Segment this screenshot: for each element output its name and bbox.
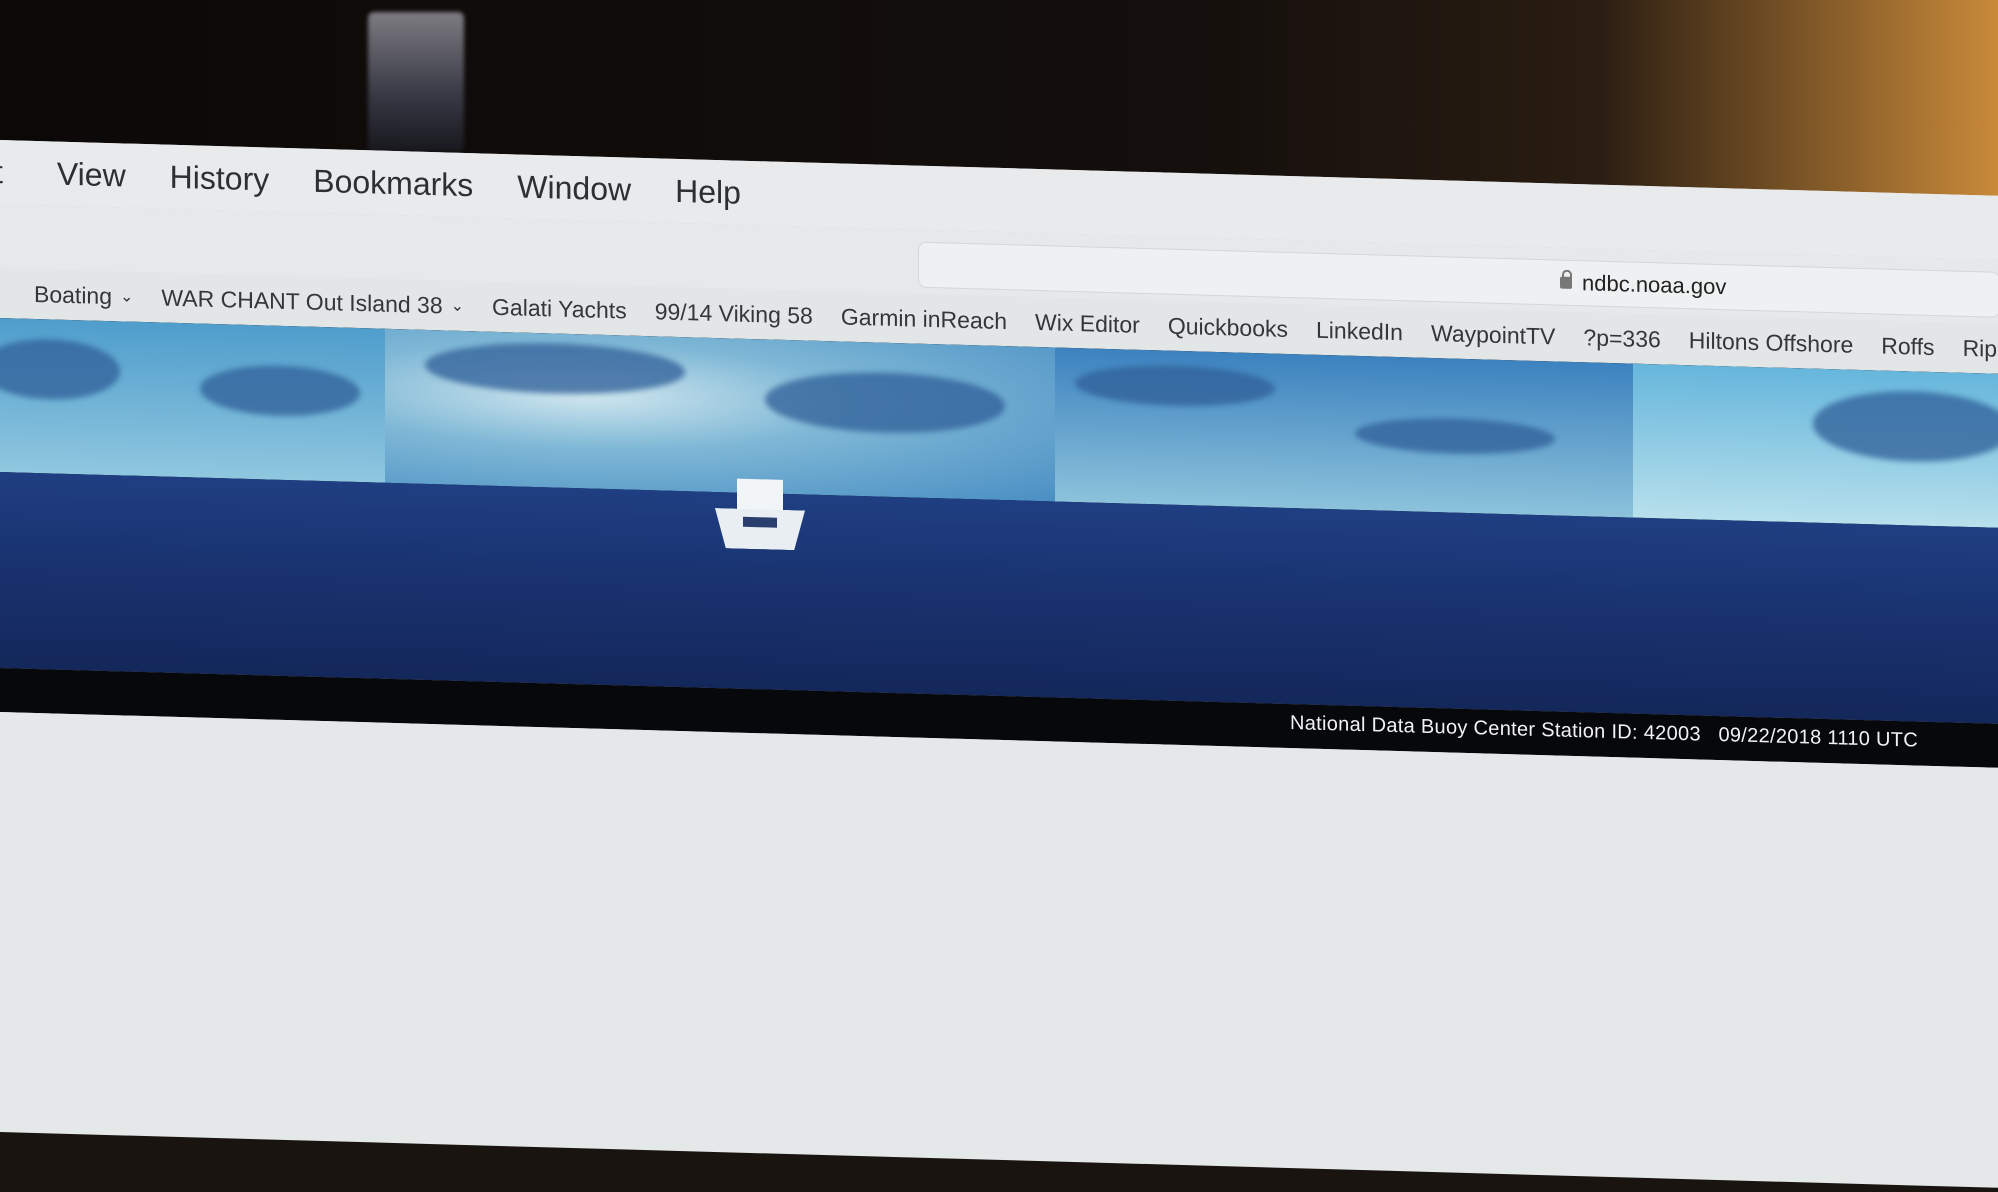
boat-window [743,516,777,528]
bookmark-roffs[interactable]: Roffs [1881,332,1934,360]
sky [1633,363,1998,528]
bookmark-garmin-inreach[interactable]: Garmin inReach [841,303,1007,335]
sky [1055,347,1633,518]
cloud [200,363,360,419]
camera-panel-2 [385,328,1055,698]
page-content [0,712,1998,1188]
camera-panel-1 [0,318,385,679]
bookmark-linkedin[interactable]: LinkedIn [1316,316,1403,345]
bookmark-folder-boating[interactable]: Boating ⌄ [34,280,133,310]
cloud [765,369,1005,437]
sky [0,318,385,483]
chevron-down-icon: ⌄ [450,297,465,315]
sea [0,472,385,679]
menu-window[interactable]: Window [517,168,631,208]
cloud [1075,363,1275,409]
station-id: National Data Buoy Center Station ID: 42… [1289,712,1701,746]
sea [1055,501,1633,714]
cloud [1813,388,1998,465]
lock-icon [1560,276,1572,289]
bookmark-wix-editor[interactable]: Wix Editor [1035,308,1140,338]
bookmark-hiltons-offshore[interactable]: Hiltons Offshore [1689,327,1853,359]
boat-cabin [737,478,783,512]
menu-view[interactable]: View [57,155,126,194]
camera-caption: National Data Buoy Center Station ID: 42… [1290,712,1918,753]
bookmark-label: WAR CHANT Out Island 38 [161,284,443,318]
address-display[interactable]: ndbc.noaa.gov [1560,270,1726,301]
boat-hull [715,508,805,551]
bookmark-label: Boating [34,280,113,309]
bookmark-quickbooks[interactable]: Quickbooks [1168,312,1288,342]
url-text: ndbc.noaa.gov [1582,270,1727,300]
menu-bookmarks[interactable]: Bookmarks [313,162,473,203]
cloud [0,337,120,402]
buoy-camera-strip [0,318,1998,724]
capture-time: 09/22/2018 1110 UTC [1718,724,1918,752]
screen-reflection [368,12,464,152]
cloud [425,339,685,398]
menu-help[interactable]: Help [675,172,741,211]
camera-panel-4 [1633,363,1998,724]
sea [1633,517,1998,724]
chevron-down-icon: ⌄ [120,288,134,306]
bookmark-viking-58[interactable]: 99/14 Viking 58 [655,298,813,329]
browser-window: t View History Bookmarks Window Help ndb… [0,140,1998,1188]
boat [715,468,805,571]
bookmark-p336[interactable]: ?p=336 [1583,324,1660,353]
bookmark-galati-yachts[interactable]: Galati Yachts [492,293,627,324]
menu-history[interactable]: History [170,158,270,198]
bookmark-rip-charts[interactable]: Rip Charts [1963,334,1998,364]
camera-panel-3 [1055,347,1633,714]
bookmark-folder-war-chant[interactable]: WAR CHANT Out Island 38 ⌄ [161,284,464,319]
menu-edit[interactable]: t [0,153,3,190]
cloud [1355,415,1555,457]
bookmark-waypointtv[interactable]: WaypointTV [1431,319,1555,349]
